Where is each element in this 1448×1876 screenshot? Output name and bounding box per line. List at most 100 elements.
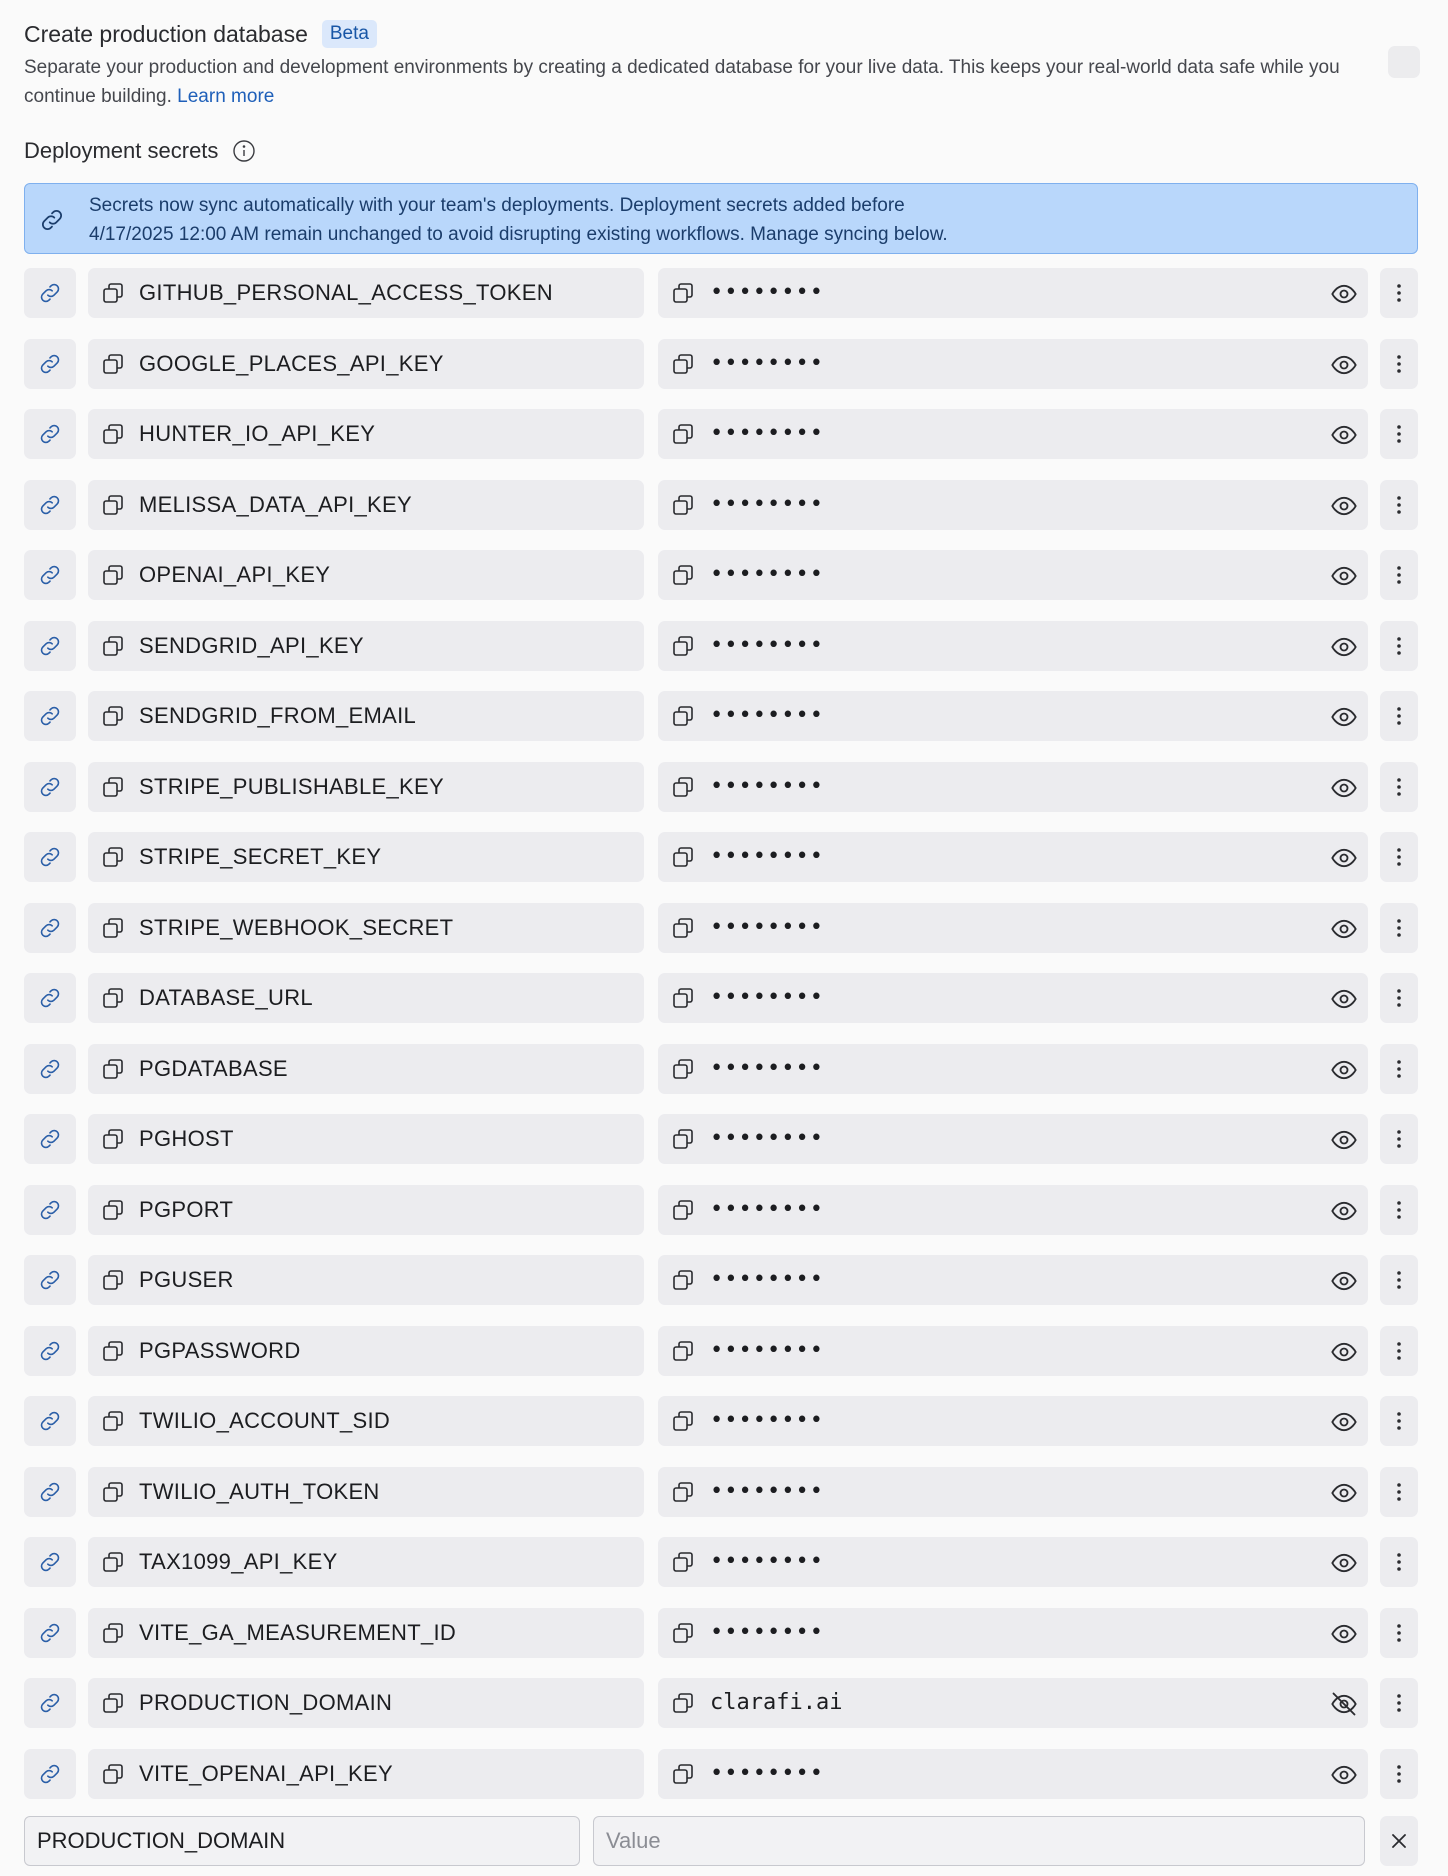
more-options-button[interactable]	[1380, 1396, 1418, 1446]
more-options-button[interactable]	[1380, 973, 1418, 1023]
eye-icon[interactable]	[1330, 1197, 1358, 1225]
secret-key-field[interactable]: TWILIO_ACCOUNT_SID	[88, 1396, 644, 1446]
more-options-button[interactable]	[1380, 1114, 1418, 1164]
secret-key-field[interactable]: GOOGLE_PLACES_API_KEY	[88, 338, 644, 389]
copy-icon[interactable]	[671, 916, 695, 940]
eye-icon[interactable]	[1330, 1761, 1358, 1789]
sync-link-button[interactable]	[24, 902, 76, 953]
copy-icon[interactable]	[101, 916, 125, 940]
sync-link-button[interactable]	[24, 1607, 76, 1658]
more-options-button[interactable]	[1380, 1678, 1418, 1728]
secret-value-field[interactable]: ••••••••	[658, 902, 1368, 953]
sync-link-button[interactable]	[24, 1255, 76, 1305]
copy-icon[interactable]	[671, 1691, 695, 1715]
copy-icon[interactable]	[671, 1198, 695, 1222]
copy-icon[interactable]	[101, 704, 125, 728]
sync-link-button[interactable]	[24, 268, 76, 318]
eye-icon[interactable]	[1330, 492, 1358, 520]
secret-value-field[interactable]: ••••••••	[658, 761, 1368, 812]
secret-value-field[interactable]: ••••••••	[658, 620, 1368, 671]
secret-value-field[interactable]: ••••••••	[658, 691, 1368, 741]
copy-icon[interactable]	[671, 422, 695, 446]
more-options-button[interactable]	[1380, 761, 1418, 812]
secret-value-field[interactable]: ••••••••	[658, 1537, 1368, 1587]
eye-icon[interactable]	[1330, 1056, 1358, 1084]
more-options-button[interactable]	[1380, 691, 1418, 741]
more-options-button[interactable]	[1380, 1607, 1418, 1658]
copy-icon[interactable]	[671, 1339, 695, 1363]
eye-icon[interactable]	[1330, 1549, 1358, 1577]
eye-icon[interactable]	[1330, 985, 1358, 1013]
eye-icon[interactable]	[1330, 1338, 1358, 1366]
secret-key-field[interactable]: VITE_GA_MEASUREMENT_ID	[88, 1607, 644, 1658]
eye-icon[interactable]	[1330, 280, 1358, 308]
secret-value-field[interactable]: ••••••••	[658, 1114, 1368, 1164]
secret-value-field[interactable]: ••••••••	[658, 1396, 1368, 1446]
copy-icon[interactable]	[671, 1621, 695, 1645]
secret-value-field[interactable]: ••••••••	[658, 973, 1368, 1023]
secret-key-field[interactable]: HUNTER_IO_API_KEY	[88, 409, 644, 459]
secret-value-field[interactable]: ••••••••	[658, 832, 1368, 882]
copy-icon[interactable]	[671, 845, 695, 869]
sync-link-button[interactable]	[24, 691, 76, 741]
secret-value-field[interactable]: ••••••••	[658, 1325, 1368, 1376]
secret-value-field[interactable]: ••••••••	[658, 268, 1368, 318]
sync-link-button[interactable]	[24, 1043, 76, 1094]
secret-key-field[interactable]: STRIPE_WEBHOOK_SECRET	[88, 902, 644, 953]
sync-link-button[interactable]	[24, 1396, 76, 1446]
more-options-button[interactable]	[1380, 1537, 1418, 1587]
copy-icon[interactable]	[101, 1480, 125, 1504]
more-options-button[interactable]	[1380, 1325, 1418, 1376]
secret-key-field[interactable]: STRIPE_SECRET_KEY	[88, 832, 644, 882]
more-options-button[interactable]	[1380, 338, 1418, 389]
copy-icon[interactable]	[101, 986, 125, 1010]
info-icon[interactable]	[232, 139, 256, 163]
copy-icon[interactable]	[671, 1057, 695, 1081]
copy-icon[interactable]	[671, 1409, 695, 1433]
copy-icon[interactable]	[101, 1268, 125, 1292]
secret-value-field[interactable]: ••••••••	[658, 550, 1368, 600]
sync-link-button[interactable]	[24, 973, 76, 1023]
more-options-button[interactable]	[1380, 620, 1418, 671]
secret-key-field[interactable]: PGDATABASE	[88, 1043, 644, 1094]
sync-link-button[interactable]	[24, 1325, 76, 1376]
secret-key-field[interactable]: SENDGRID_FROM_EMAIL	[88, 691, 644, 741]
copy-icon[interactable]	[671, 986, 695, 1010]
secret-value-field[interactable]: ••••••••	[658, 479, 1368, 530]
copy-icon[interactable]	[671, 563, 695, 587]
copy-icon[interactable]	[101, 775, 125, 799]
copy-icon[interactable]	[101, 1762, 125, 1786]
copy-icon[interactable]	[101, 281, 125, 305]
sync-link-button[interactable]	[24, 1466, 76, 1517]
copy-icon[interactable]	[671, 775, 695, 799]
secret-key-field[interactable]: PGHOST	[88, 1114, 644, 1164]
secret-key-field[interactable]: STRIPE_PUBLISHABLE_KEY	[88, 761, 644, 812]
copy-icon[interactable]	[671, 704, 695, 728]
secret-key-field[interactable]: PGPASSWORD	[88, 1325, 644, 1376]
sync-link-button[interactable]	[24, 409, 76, 459]
secret-value-field[interactable]: ••••••••	[658, 1748, 1368, 1799]
secret-value-field[interactable]: ••••••••	[658, 1607, 1368, 1658]
eye-icon[interactable]	[1330, 351, 1358, 379]
copy-icon[interactable]	[671, 493, 695, 517]
eye-icon[interactable]	[1330, 844, 1358, 872]
copy-icon[interactable]	[101, 1127, 125, 1151]
secret-value-field[interactable]: ••••••••	[658, 1043, 1368, 1094]
secret-value-field[interactable]: ••••••••	[658, 409, 1368, 459]
copy-icon[interactable]	[671, 1762, 695, 1786]
copy-icon[interactable]	[101, 1057, 125, 1081]
more-options-button[interactable]	[1380, 268, 1418, 318]
new-secret-value-input[interactable]	[593, 1816, 1365, 1866]
copy-icon[interactable]	[671, 1127, 695, 1151]
copy-icon[interactable]	[101, 1621, 125, 1645]
sync-link-button[interactable]	[24, 338, 76, 389]
production-database-toggle[interactable]	[1388, 46, 1420, 78]
copy-icon[interactable]	[671, 281, 695, 305]
copy-icon[interactable]	[101, 1339, 125, 1363]
more-options-button[interactable]	[1380, 832, 1418, 882]
new-secret-key-input[interactable]	[24, 1816, 580, 1866]
secret-key-field[interactable]: MELISSA_DATA_API_KEY	[88, 479, 644, 530]
secret-key-field[interactable]: DATABASE_URL	[88, 973, 644, 1023]
secret-value-field[interactable]: ••••••••	[658, 338, 1368, 389]
secret-key-field[interactable]: TWILIO_AUTH_TOKEN	[88, 1466, 644, 1517]
